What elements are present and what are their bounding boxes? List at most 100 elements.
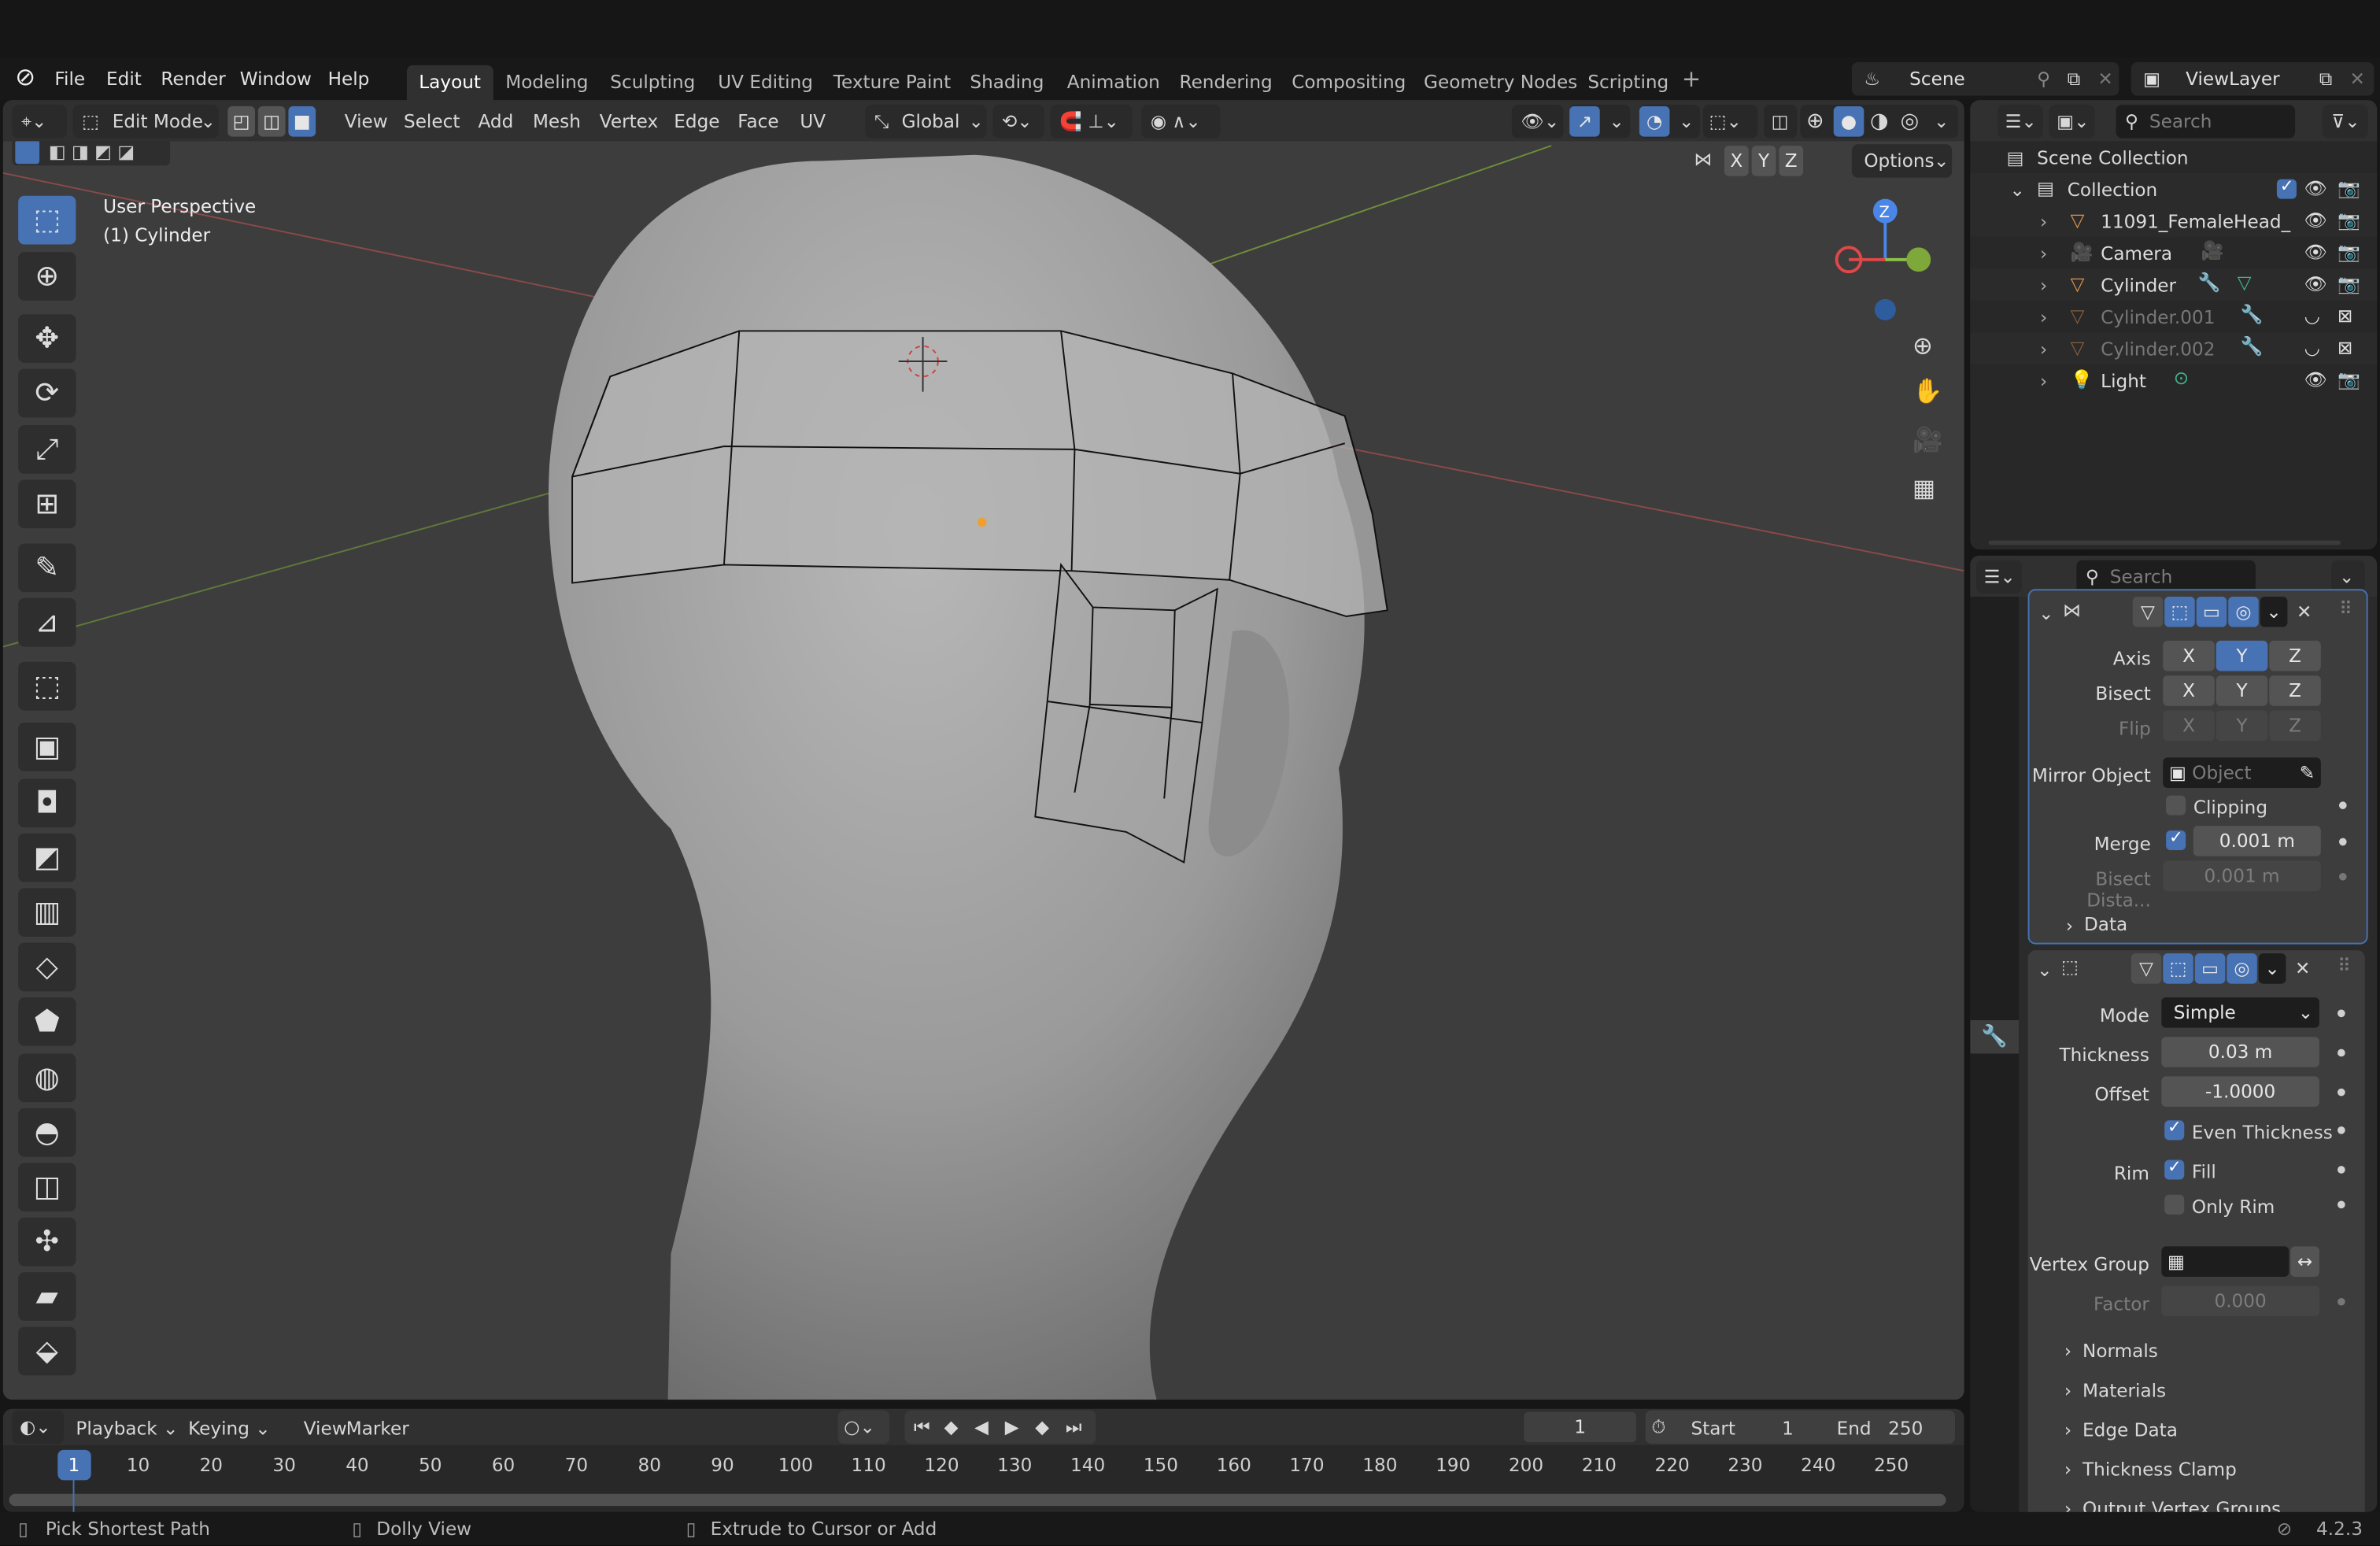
camera-render-icon[interactable]: 📷 xyxy=(2338,275,2360,293)
display-mode-dropdown[interactable]: ▣⌄ xyxy=(2049,105,2095,139)
factor-field[interactable]: 0.000 xyxy=(2161,1285,2319,1317)
current-frame-marker[interactable]: 1 xyxy=(57,1449,91,1481)
new-viewlayer-icon[interactable]: ⧉ xyxy=(2319,70,2333,88)
expand-chevron-icon[interactable]: › xyxy=(2040,245,2047,263)
outliner-editor-type[interactable]: ☰⌄ xyxy=(1998,105,2043,139)
render-disabled-icon[interactable]: ⊠ xyxy=(2338,307,2352,325)
playback-controls[interactable]: ⏮ ◆ ◀ ▶ ◆ ⏭ xyxy=(904,1410,1096,1444)
merge-distance-field[interactable]: 0.001 m xyxy=(2193,826,2321,856)
invert-vertex-group-toggle[interactable]: ↔ xyxy=(2290,1246,2319,1277)
workspace-tab[interactable]: Compositing xyxy=(1280,65,1418,100)
outliner-search-input[interactable]: ⚲ Search xyxy=(2116,105,2296,139)
end-frame-field[interactable]: 250 xyxy=(1888,1419,1923,1437)
menu-render[interactable]: Render xyxy=(161,70,225,88)
scene-selector[interactable]: ♨ Scene ⚲ ⧉ ✕ xyxy=(1851,62,2119,96)
tool-spin[interactable]: ◍ xyxy=(18,1053,76,1103)
horizontal-scrollbar[interactable] xyxy=(1988,540,2341,546)
outliner-row-camera[interactable]: › 🎥 Camera 🎥 👁 📷 xyxy=(1970,236,2378,269)
eye-icon[interactable]: 👁 xyxy=(2304,179,2327,198)
axis-y-toggle[interactable]: Y xyxy=(2216,640,2268,671)
workspace-tab[interactable]: Sculpting xyxy=(598,65,708,100)
timeline-menu-marker[interactable]: Marker xyxy=(346,1419,409,1437)
workspace-tab[interactable]: Scripting xyxy=(1576,65,1681,100)
menu-help[interactable]: Help xyxy=(328,70,370,88)
start-frame-field[interactable]: 1 xyxy=(1782,1419,1794,1437)
viewport-menu-add[interactable]: Add xyxy=(479,113,514,131)
clipping-checkbox[interactable] xyxy=(2166,795,2186,816)
viewport-menu-select[interactable]: Select xyxy=(404,113,460,131)
vertex-select-mode-button[interactable]: ◰ xyxy=(227,106,256,137)
tool-poly-build[interactable]: ⬟ xyxy=(18,997,76,1046)
jump-end-icon[interactable]: ⏭ xyxy=(1066,1418,1082,1436)
menu-window[interactable]: Window xyxy=(240,70,312,88)
tool-transform[interactable]: ⊞ xyxy=(18,479,76,529)
new-scene-icon[interactable]: ⧉ xyxy=(2068,70,2081,88)
tool-edge-slide[interactable]: ◫ xyxy=(18,1163,76,1212)
viewport-display-toggle[interactable]: ▭ xyxy=(2196,596,2227,627)
face-select-mode-button[interactable]: ■ xyxy=(288,106,316,137)
bisect-distance-field[interactable]: 0.001 m xyxy=(2163,860,2321,892)
expand-chevron-icon[interactable]: › xyxy=(2040,372,2047,390)
zoom-icon[interactable]: ⊕ xyxy=(1913,333,1933,358)
modifier-menu-dropdown[interactable]: ⌄ xyxy=(2258,953,2286,984)
prev-keyframe-icon[interactable]: ◆ xyxy=(944,1418,959,1436)
mirror-y-toggle[interactable]: Y xyxy=(1751,146,1776,176)
outliner-row-cylinder.002[interactable]: › ▽ Cylinder.002 🔧 ◡ ⊠ xyxy=(1970,332,2378,364)
viewport-menu-uv[interactable]: UV xyxy=(800,113,826,131)
merge-checkbox[interactable] xyxy=(2166,827,2186,851)
viewport-display-toggle[interactable]: ▭ xyxy=(2194,953,2226,984)
tool-move[interactable]: ✥ xyxy=(18,314,76,363)
edit-mode-toggle[interactable]: ▽ xyxy=(2132,596,2164,627)
render-toggle[interactable]: ◎ xyxy=(2227,953,2257,984)
camera-render-icon[interactable]: 📷 xyxy=(2338,211,2360,229)
workspace-tab[interactable]: Modeling xyxy=(493,65,601,100)
viewport-menu-mesh[interactable]: Mesh xyxy=(533,113,581,131)
current-frame-field[interactable]: 1 xyxy=(1524,1411,1637,1443)
jump-start-icon[interactable]: ⏮ xyxy=(914,1418,930,1436)
viewport-scene[interactable] xyxy=(2,100,1964,1400)
eye-closed-icon[interactable]: ◡ xyxy=(2304,307,2320,325)
mode-dropdown[interactable]: Simple ⌄ xyxy=(2161,997,2319,1028)
timeline-scrollbar[interactable] xyxy=(9,1493,1946,1507)
filter-dropdown[interactable]: ⊽⌄ xyxy=(2322,105,2368,139)
mirror-axis-icon[interactable]: ⋈ xyxy=(1694,150,1712,168)
eye-closed-icon[interactable]: ◡ xyxy=(2304,338,2320,357)
overlays-toggle[interactable]: ◔ ⌄ xyxy=(1639,105,1701,139)
shading-options-icon[interactable]: ⌄ xyxy=(1934,113,1949,131)
tool-rip[interactable]: ⬙ xyxy=(18,1326,76,1376)
on-cage-toggle[interactable]: ⬚ xyxy=(2164,596,2195,627)
tool-shear[interactable]: ▰ xyxy=(18,1272,76,1321)
mirror-x-toggle[interactable]: X xyxy=(1724,146,1749,176)
rendered-shading-icon[interactable]: ◎ xyxy=(1901,111,1920,132)
shading-mode-group[interactable]: ⊕ ● ◑ ◎ ⌄ xyxy=(1800,105,1958,139)
tool-bevel[interactable]: ◩ xyxy=(18,833,76,882)
fill-rim-checkbox[interactable] xyxy=(2164,1157,2185,1180)
timeline-editor-type[interactable]: ◐⌄ xyxy=(12,1410,65,1444)
pan-hand-icon[interactable]: ✋ xyxy=(1913,379,1942,404)
only-rim-checkbox[interactable] xyxy=(2164,1194,2185,1215)
timeline-menu-view[interactable]: View xyxy=(304,1419,347,1437)
camera-render-icon[interactable]: 📷 xyxy=(2338,179,2360,198)
gizmo-toggle[interactable]: ↗ ⌄ xyxy=(1569,105,1631,139)
vertex-group-field[interactable]: ▦ xyxy=(2161,1246,2289,1277)
eye-icon[interactable]: 👁 xyxy=(2304,211,2327,229)
modifier-tab[interactable]: 🔧 xyxy=(1970,1020,2020,1054)
exclude-checkbox[interactable] xyxy=(2276,176,2297,199)
play-icon[interactable]: ▶ xyxy=(1005,1418,1019,1436)
workspace-tab[interactable]: Shading xyxy=(958,65,1056,100)
visibility-dropdown[interactable]: 👁⌄ xyxy=(1511,105,1564,139)
workspace-tab[interactable]: Layout xyxy=(406,65,493,101)
data-subpanel[interactable]: Data xyxy=(2084,915,2127,934)
perspective-grid-icon[interactable]: ▦ xyxy=(1913,476,1935,501)
menu-edit[interactable]: Edit xyxy=(106,70,142,88)
bisect-y-toggle[interactable]: Y xyxy=(2216,675,2268,706)
scene-name[interactable]: Scene xyxy=(1909,70,1965,88)
editor-type-selector[interactable]: ⌖⌄ xyxy=(12,105,67,139)
camera-view-icon[interactable]: 🎥 xyxy=(1913,427,1942,453)
mirror-object-field[interactable]: ▣ Object ✎ xyxy=(2163,757,2321,788)
timeline-menu-keying[interactable]: Keying ⌄ xyxy=(188,1419,271,1437)
outliner-row-11091_femalehead_[interactable]: › ▽ 11091_FemaleHead_ 👁 📷 xyxy=(1970,205,2378,237)
snapping-dropdown[interactable]: 🧲 ⊥⌄ xyxy=(1050,105,1133,139)
navigation-gizmo[interactable]: Z xyxy=(1824,198,1931,322)
tool-scale[interactable]: ⤢ xyxy=(18,425,76,474)
